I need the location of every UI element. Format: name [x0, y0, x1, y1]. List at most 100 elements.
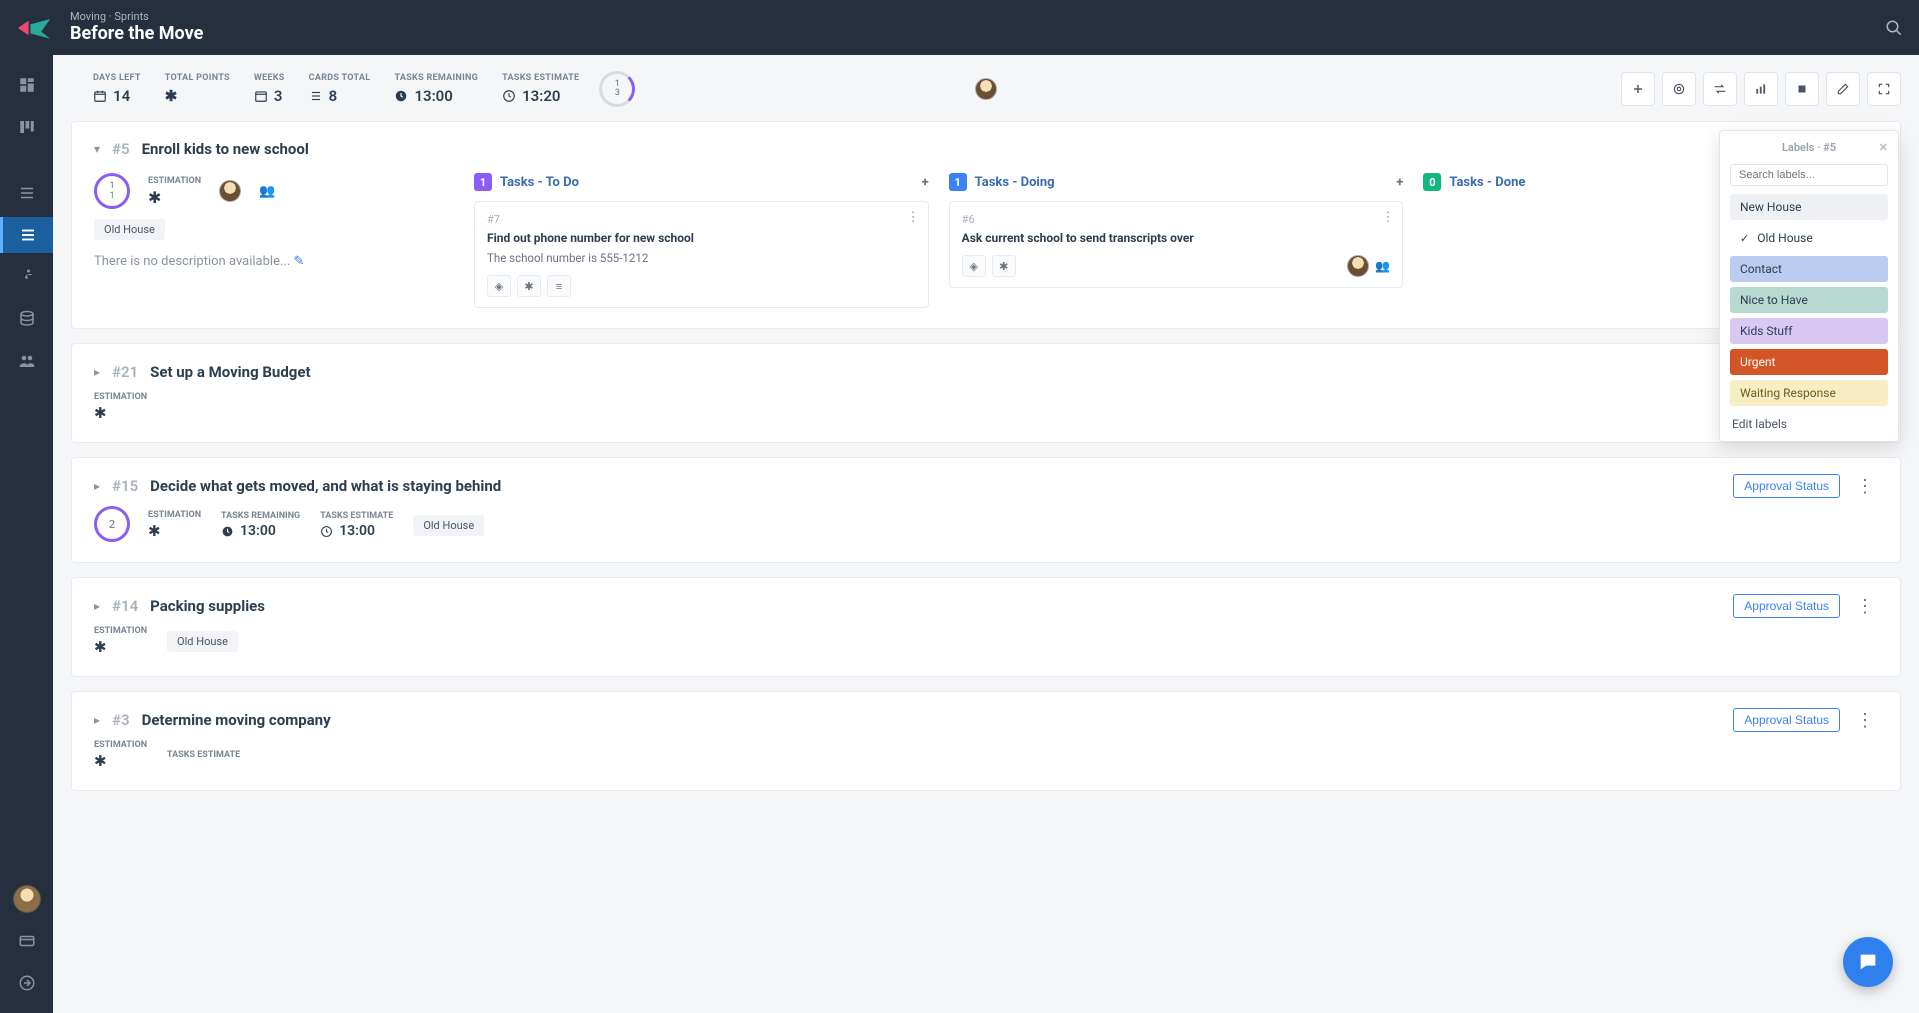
asterisk-icon: ✱	[148, 522, 201, 540]
chevron-right-icon[interactable]: ▸	[94, 599, 100, 613]
estimate-label: TASKS ESTIMATE	[167, 750, 240, 760]
add-assignee-icon[interactable]: 👥	[1375, 259, 1390, 273]
assignee-avatar[interactable]	[219, 180, 241, 202]
warn-icon[interactable]: ◈	[962, 255, 986, 277]
label-option[interactable]: Waiting Response	[1730, 380, 1888, 406]
approval-status-button[interactable]: Approval Status	[1733, 594, 1840, 618]
close-icon[interactable]: ✕	[1879, 141, 1888, 154]
header-titles: Moving · Sprints Before the Move	[70, 10, 203, 45]
issue-id: #5	[112, 140, 130, 158]
nav-billing-icon[interactable]	[0, 923, 53, 959]
edit-labels-link[interactable]: Edit labels	[1730, 411, 1888, 431]
kebab-icon[interactable]: ⋮	[907, 210, 920, 225]
issue-title[interactable]: Set up a Moving Budget	[150, 363, 310, 381]
fullscreen-icon[interactable]	[1867, 72, 1901, 106]
label-option[interactable]: Nice to Have	[1730, 287, 1888, 313]
column-title[interactable]: Tasks - To Do	[500, 175, 579, 190]
kebab-icon[interactable]: ⋮	[1852, 710, 1878, 731]
cards-value: 8	[329, 87, 338, 105]
asterisk-icon: ✱	[148, 188, 201, 207]
task-assignee-avatar[interactable]	[1347, 255, 1369, 277]
nav-exit-icon[interactable]	[0, 965, 53, 1001]
nav-list1-icon[interactable]	[0, 175, 53, 211]
label-option[interactable]: New House	[1730, 194, 1888, 220]
label-option[interactable]: Kids Stuff	[1730, 318, 1888, 344]
add-button[interactable]	[1621, 72, 1655, 106]
issue-title[interactable]: Enroll kids to new school	[142, 140, 309, 158]
estimation-label: ESTIMATION	[148, 510, 201, 520]
label-option[interactable]: Urgent	[1730, 349, 1888, 375]
approval-status-button[interactable]: Approval Status	[1733, 708, 1840, 732]
star-icon[interactable]: ✱	[517, 275, 541, 297]
issue-title[interactable]: Packing supplies	[150, 597, 265, 615]
label-option[interactable]: ✓Old House	[1730, 225, 1888, 251]
edit-icon[interactable]	[1826, 72, 1860, 106]
nav-db-icon[interactable]	[0, 301, 53, 337]
task-card[interactable]: #6⋮Ask current school to send transcript…	[949, 201, 1404, 288]
sprint-card: ▸#21Set up a Moving BudgetApproval Statu…	[71, 343, 1901, 443]
nav-board-icon[interactable]	[0, 109, 53, 145]
sprint-card: ▸#14Packing suppliesApproval Status⋮ESTI…	[71, 577, 1901, 677]
clock-icon	[394, 89, 408, 103]
search-icon[interactable]	[1885, 19, 1903, 37]
edit-desc-icon[interactable]: ✎	[293, 254, 304, 269]
kebab-icon[interactable]: ⋮	[1852, 476, 1878, 497]
issue-id: #21	[112, 363, 138, 381]
column-title[interactable]: Tasks - Done	[1449, 175, 1525, 190]
calendar-icon	[93, 89, 107, 103]
column-count-badge: 1	[474, 173, 492, 191]
column-title[interactable]: Tasks - Doing	[975, 175, 1055, 190]
labels-popover: Labels · #5✕ New House✓Old HouseContactN…	[1719, 130, 1899, 442]
asterisk-icon: ✱	[94, 752, 147, 770]
nav-list-active-icon[interactable]	[0, 217, 53, 253]
kebab-icon[interactable]: ⋮	[1852, 596, 1878, 617]
target-icon[interactable]	[1662, 72, 1696, 106]
label-chip[interactable]: Old House	[413, 515, 484, 536]
stop-icon[interactable]	[1785, 72, 1819, 106]
nav-dashboard-icon[interactable]	[0, 67, 53, 103]
main-content: DAYS LEFT14 TOTAL POINTS✱ WEEKS3 CARDS T…	[53, 55, 1919, 1013]
chevron-right-icon[interactable]: ▸	[94, 365, 100, 379]
nav-team-icon[interactable]	[0, 343, 53, 379]
star-icon[interactable]: ✱	[992, 255, 1016, 277]
task-title: Find out phone number for new school	[487, 231, 916, 245]
remaining-value: 13:00	[240, 523, 276, 539]
add-task-icon[interactable]: +	[922, 175, 929, 190]
sprint-card: ▾#5Enroll kids to new school⋮11ESTIMATIO…	[71, 121, 1901, 329]
swap-icon[interactable]	[1703, 72, 1737, 106]
nav-user-avatar[interactable]	[0, 881, 53, 917]
chevron-down-icon[interactable]: ▾	[94, 142, 100, 156]
task-body: The school number is 555-1212	[487, 251, 916, 265]
approval-status-button[interactable]: Approval Status	[1733, 474, 1840, 498]
chat-fab[interactable]	[1843, 937, 1893, 987]
estimation-label: ESTIMATION	[94, 392, 147, 402]
label-chip[interactable]: Old House	[94, 219, 165, 240]
stats-row: DAYS LEFT14 TOTAL POINTS✱ WEEKS3 CARDS T…	[71, 65, 1901, 121]
estimate-value: 13:20	[522, 87, 560, 105]
lines-icon[interactable]: ≡	[547, 275, 571, 297]
user-avatar[interactable]	[975, 78, 997, 100]
add-task-icon[interactable]: +	[1396, 175, 1403, 190]
column-count-badge: 1	[949, 173, 967, 191]
chevron-right-icon[interactable]: ▸	[94, 713, 100, 727]
add-assignee-icon[interactable]: 👥	[259, 184, 275, 199]
asterisk-icon: ✱	[94, 404, 147, 422]
task-card[interactable]: #7⋮Find out phone number for new schoolT…	[474, 201, 929, 308]
kebab-icon[interactable]: ⋮	[1381, 210, 1394, 225]
chart-icon[interactable]	[1744, 72, 1778, 106]
breadcrumb[interactable]: Moving · Sprints	[70, 10, 203, 23]
topbar: Moving · Sprints Before the Move	[0, 0, 1919, 55]
label-search-input[interactable]	[1730, 164, 1888, 186]
issue-title[interactable]: Decide what gets moved, and what is stay…	[150, 477, 501, 495]
label-chip[interactable]: Old House	[167, 631, 238, 652]
issue-id: #15	[112, 477, 138, 495]
progress-ring: 2	[94, 506, 130, 542]
warn-icon[interactable]: ◈	[487, 275, 511, 297]
task-id: #6	[962, 213, 975, 226]
issue-title[interactable]: Determine moving company	[142, 711, 331, 729]
chevron-right-icon[interactable]: ▸	[94, 479, 100, 493]
issue-id: #14	[112, 597, 138, 615]
stat-label: TASKS ESTIMATE	[502, 73, 579, 83]
label-option[interactable]: Contact	[1730, 256, 1888, 282]
nav-run-icon[interactable]	[0, 259, 53, 295]
